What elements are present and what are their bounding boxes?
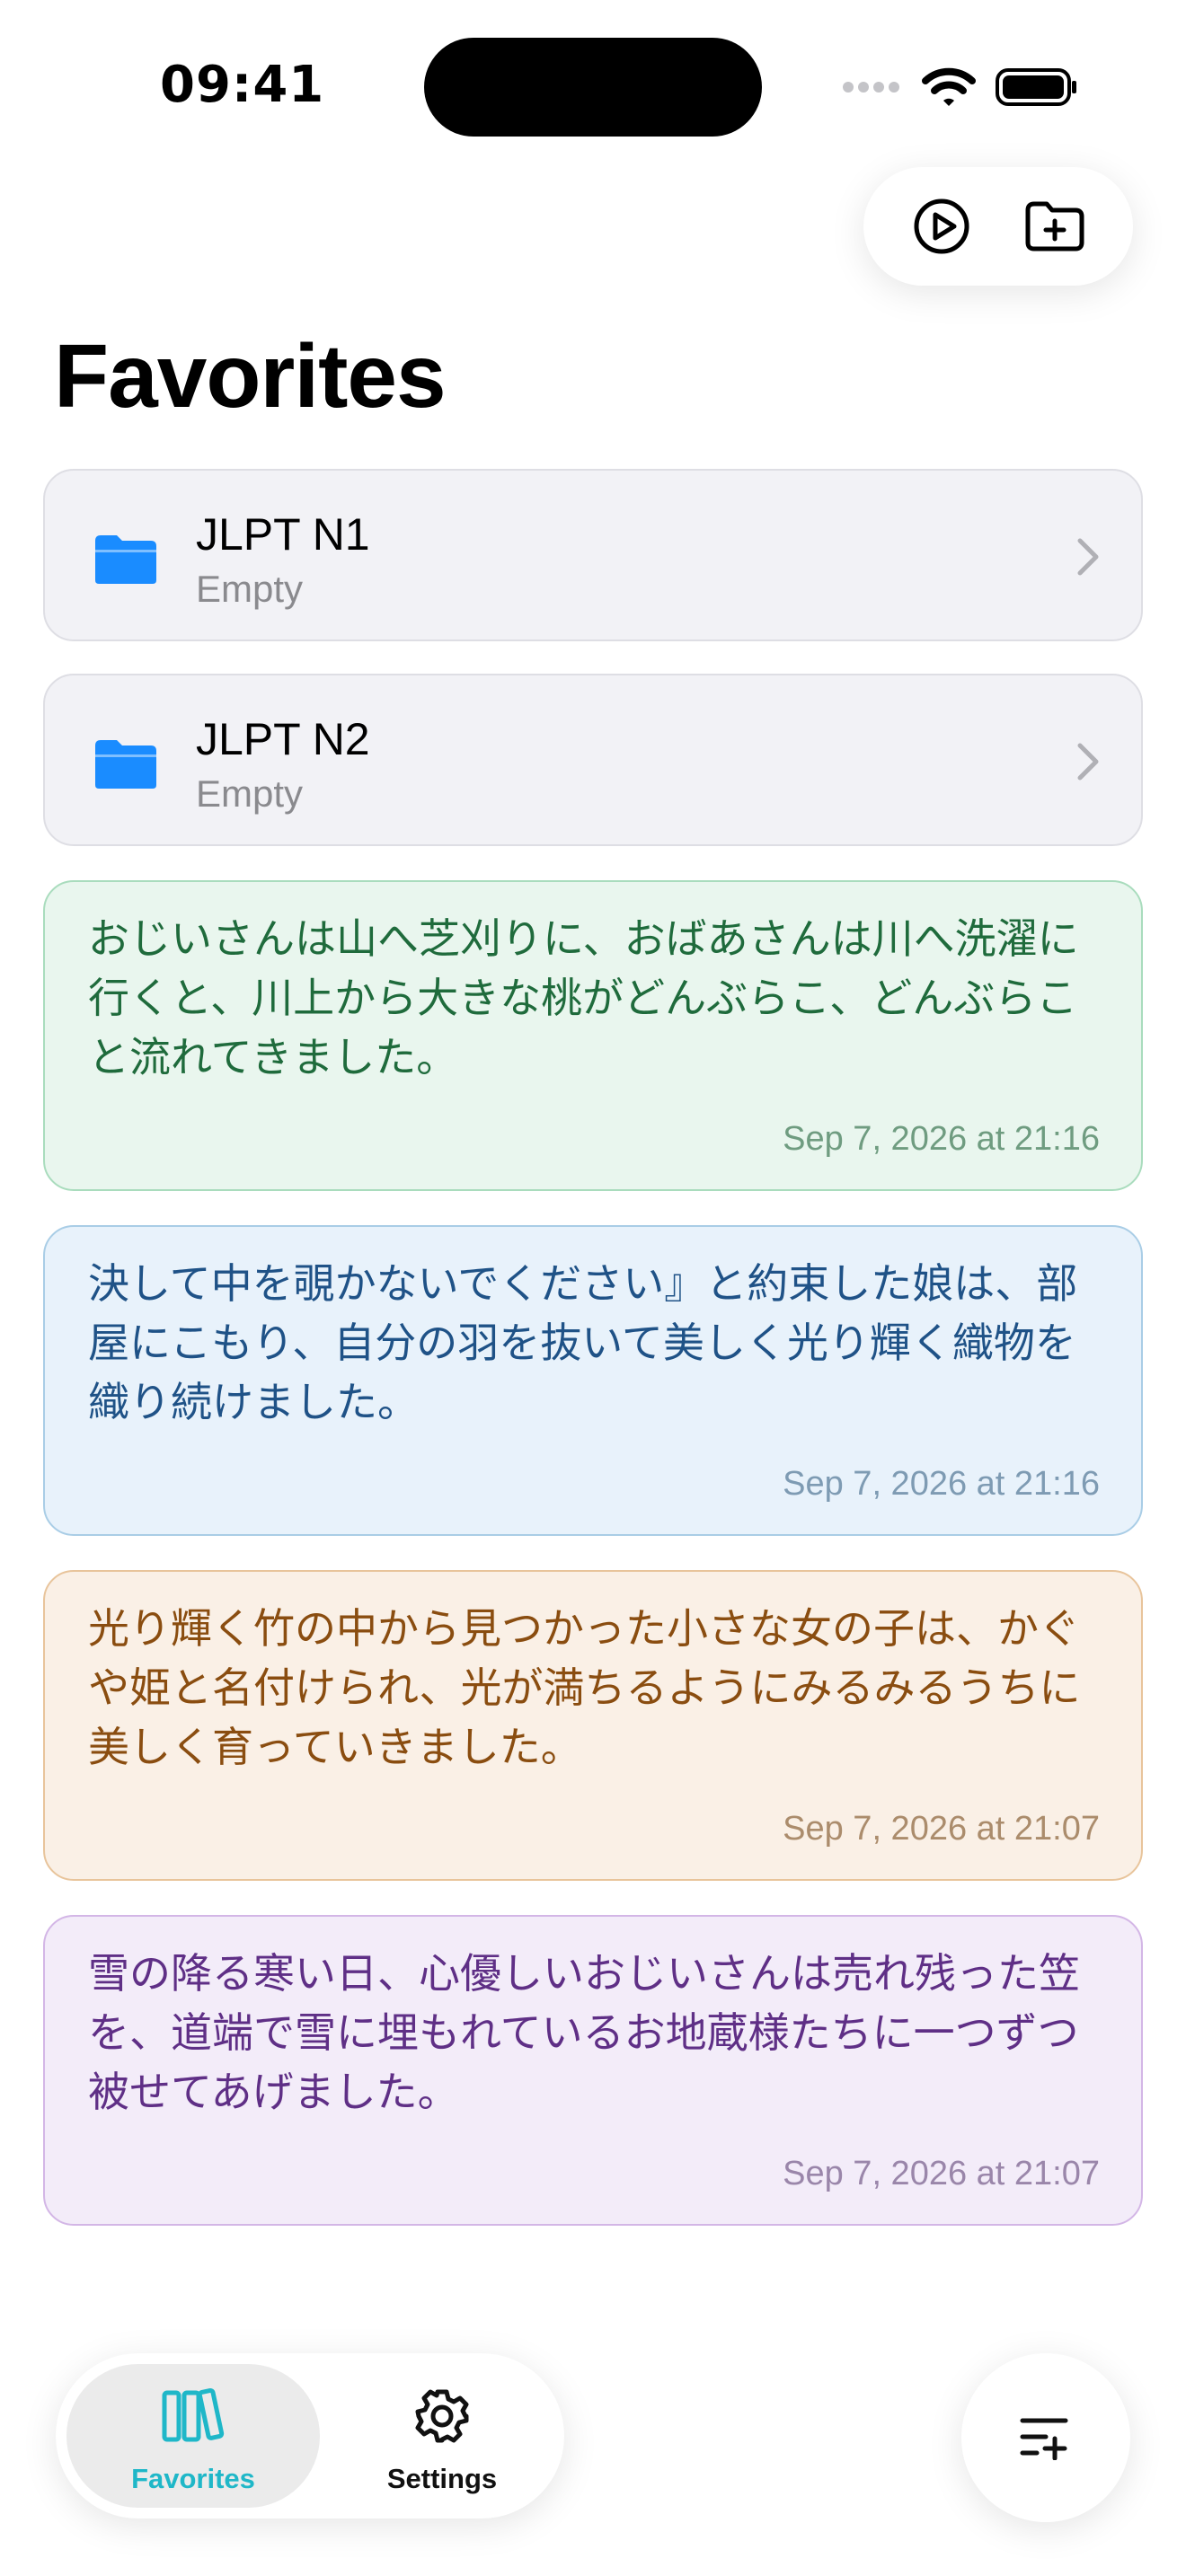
folder-icon [95,740,156,789]
note-date: Sep 7, 2026 at 21:07 [783,2155,1100,2192]
folder-plus-icon [1025,201,1084,251]
add-list-item-button[interactable] [961,2353,1130,2522]
dynamic-island [424,38,762,137]
note-card[interactable]: 雪の降る寒い日、心優しいおじいさんは売れ残った笠を、道端で雪に埋もれているお地蔵… [43,1915,1143,2226]
cellular-signal-icon [843,82,899,93]
play-circle-icon [914,198,969,254]
note-text: 決して中を覗かないでください』と約束した娘は、部屋にこもり、自分の羽を抜いて美し… [88,1259,1078,1426]
tab-favorites-label: Favorites [131,2463,255,2494]
folder-icon [95,535,156,584]
wifi-icon [922,67,976,106]
folder-name: JLPT N2 [196,714,370,764]
status-indicators [841,65,1078,110]
note-text: おじいさんは山へ芝刈りに、おばあさんは川へ洗濯に行くと、川上から大きな桃がどんぶ… [88,914,1079,1081]
folder-row[interactable]: JLPT N1 Empty [43,469,1143,641]
note-text: 光り輝く竹の中から見つかった小さな女の子は、かぐや姫と名付けられ、光が満ちるよう… [88,1604,1081,1771]
folder-subtitle: Empty [196,772,304,815]
tab-favorites[interactable]: Favorites [66,2364,320,2508]
chevron-right-icon [1077,743,1099,781]
note-date: Sep 7, 2026 at 21:07 [783,1810,1100,1848]
list-add-icon [1020,2418,1068,2460]
gear-icon [415,2389,469,2443]
add-folder-button[interactable] [1019,190,1091,262]
battery-icon [996,68,1076,106]
note-card[interactable]: おじいさんは山へ芝刈りに、おばあさんは川へ洗濯に行くと、川上から大きな桃がどんぶ… [43,880,1143,1191]
books-icon [162,2387,225,2442]
favorites-screen: 09:41 Favorites JLPT N1 Empty JLPT N2 Em… [0,0,1186,2576]
play-button[interactable] [906,190,978,262]
chevron-right-icon [1077,538,1099,576]
note-card[interactable]: 決して中を覗かないでください』と約束した娘は、部屋にこもり、自分の羽を抜いて美し… [43,1225,1143,1536]
folder-name: JLPT N1 [196,509,370,560]
note-date: Sep 7, 2026 at 21:16 [783,1120,1100,1158]
folder-subtitle: Empty [196,568,304,610]
note-card[interactable]: 光り輝く竹の中から見つかった小さな女の子は、かぐや姫と名付けられ、光が満ちるよう… [43,1570,1143,1881]
note-date: Sep 7, 2026 at 21:16 [783,1465,1100,1503]
note-text: 雪の降る寒い日、心優しいおじいさんは売れ残った笠を、道端で雪に埋もれているお地蔵… [88,1949,1080,2116]
tab-settings-label: Settings [386,2463,498,2494]
status-time: 09:41 [160,56,325,114]
tab-settings[interactable]: Settings [334,2364,550,2508]
tab-bar: Favorites Settings [56,2353,564,2519]
folder-row[interactable]: JLPT N2 Empty [43,674,1143,846]
top-actions-pill [863,167,1133,286]
page-title: Favorites [54,326,447,427]
